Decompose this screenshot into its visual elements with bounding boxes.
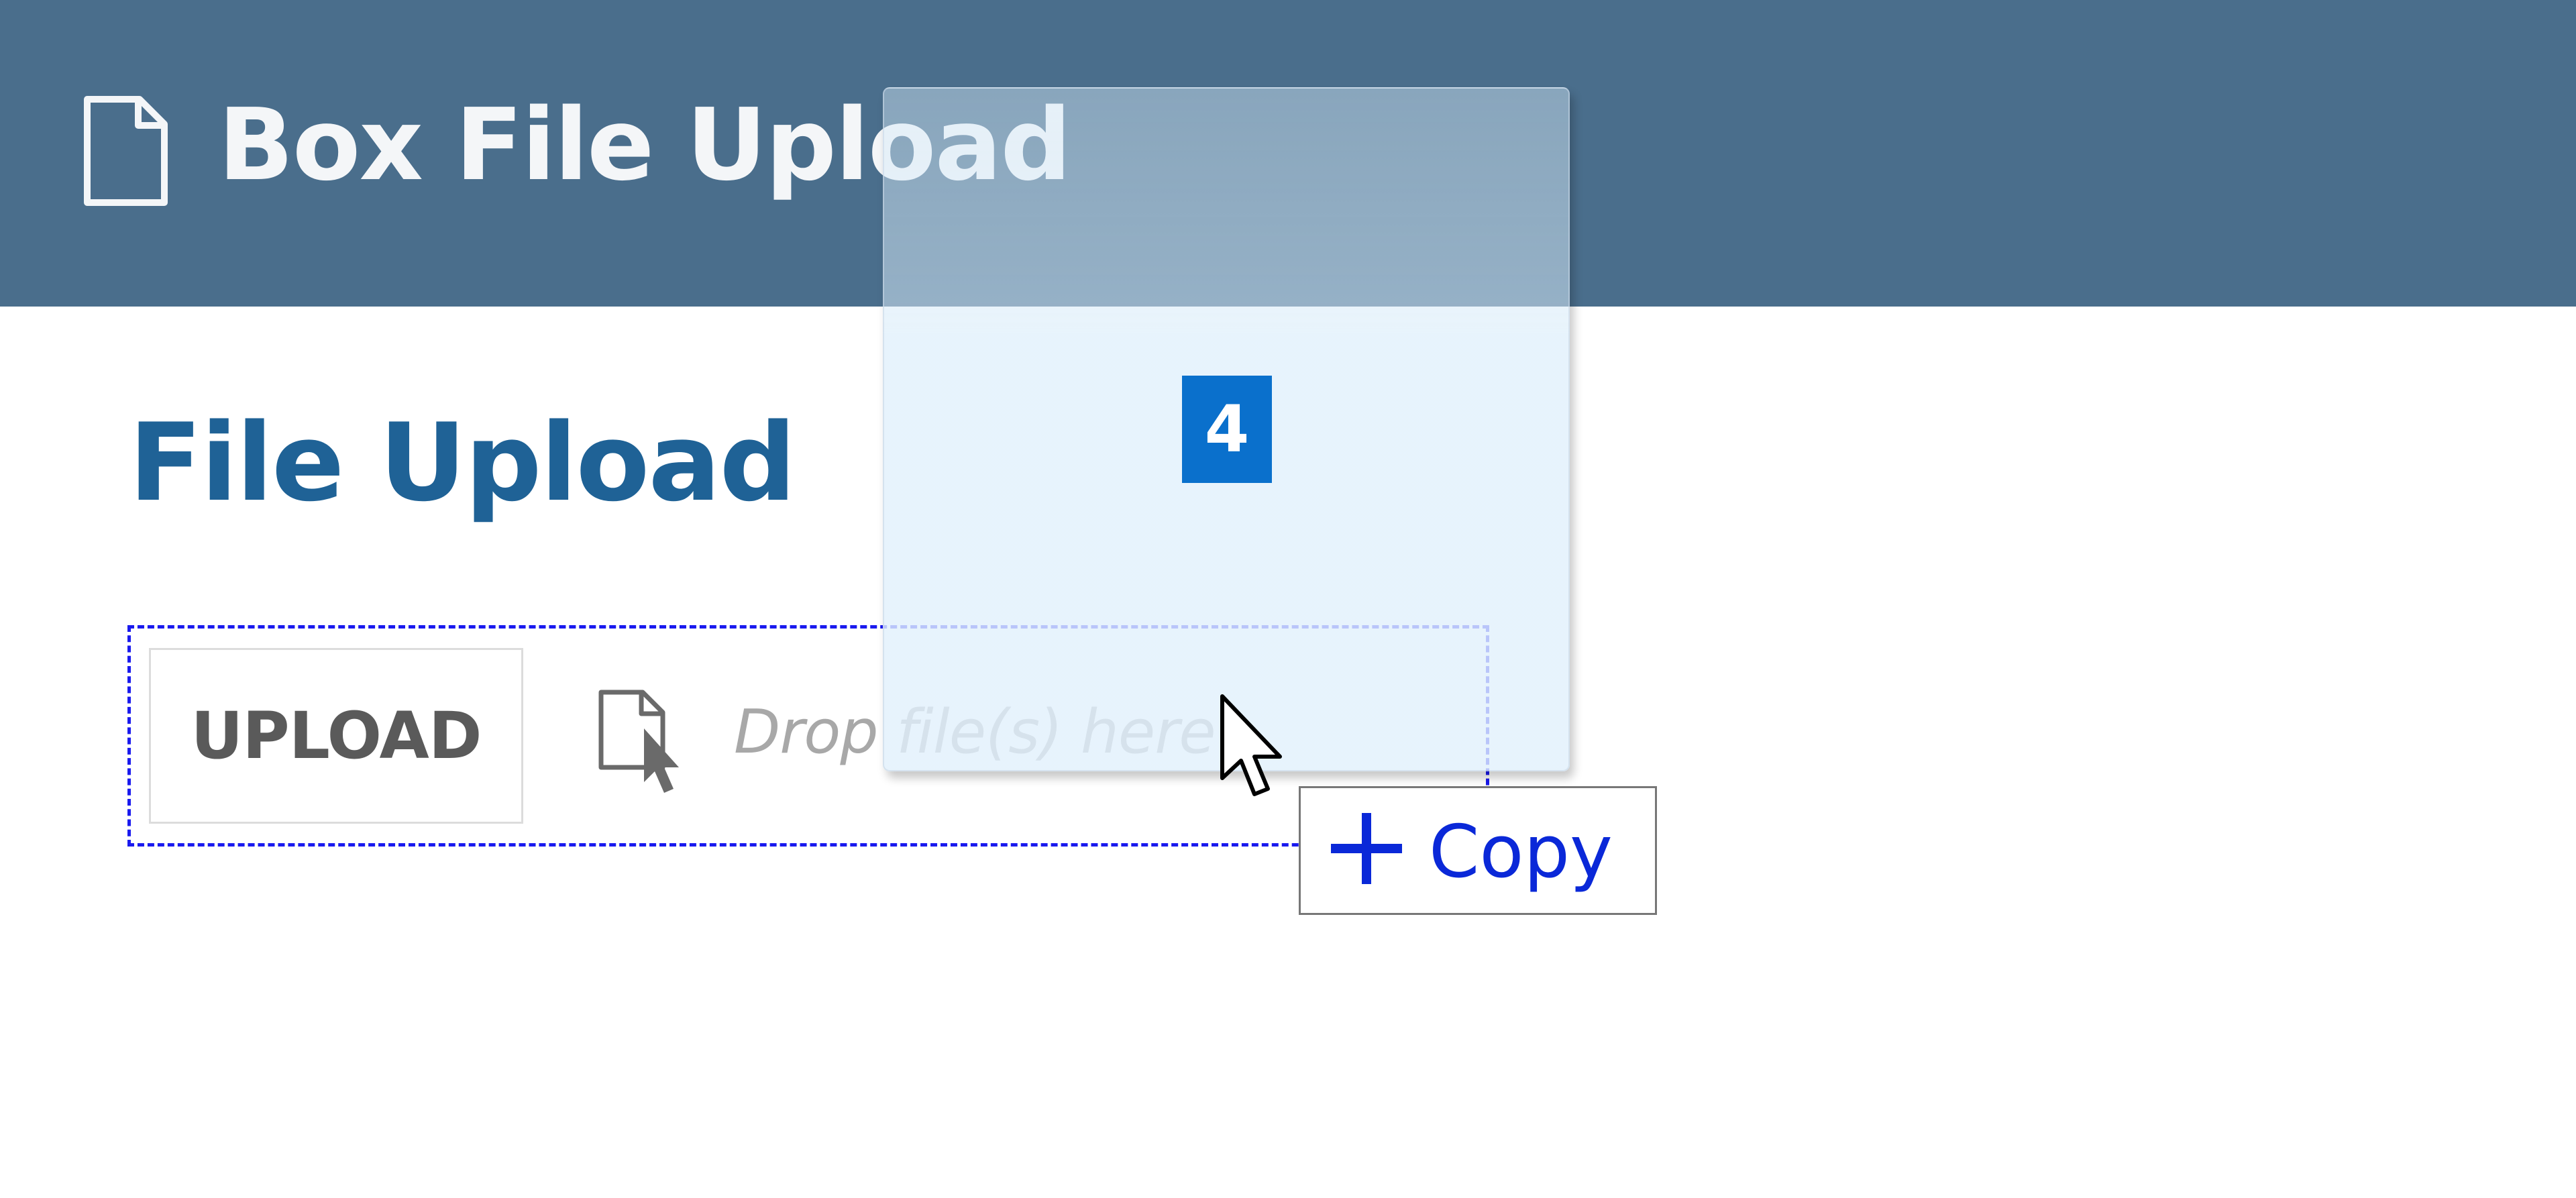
file-icon (84, 96, 168, 206)
mouse-pointer-icon (1220, 694, 1282, 796)
drag-file-count-badge: 4 (1182, 376, 1272, 483)
upload-button[interactable]: UPLOAD (149, 648, 523, 824)
plus-icon (1331, 813, 1402, 884)
page-title: File Upload (129, 400, 796, 525)
file-cursor-icon (598, 690, 679, 793)
drag-effect-label: Copy (1429, 810, 1613, 894)
